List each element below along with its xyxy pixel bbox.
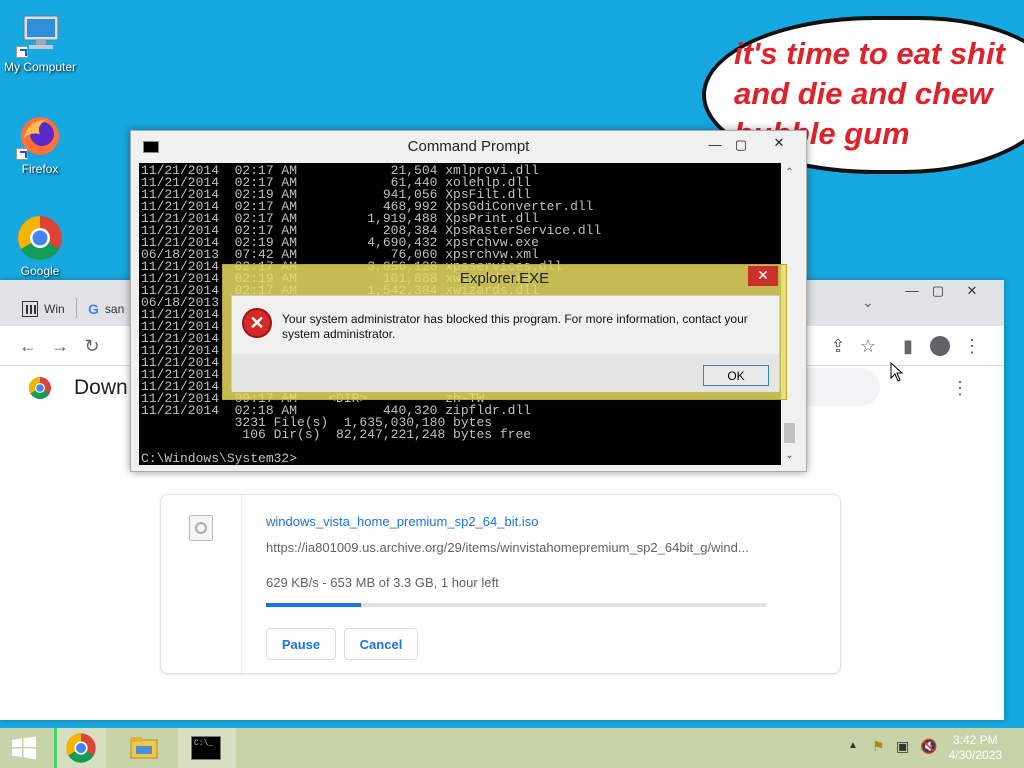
download-progress-fill: [266, 603, 361, 607]
cmd-icon: C:\_: [191, 736, 221, 760]
pause-button[interactable]: Pause: [266, 628, 336, 660]
scroll-down-icon[interactable]: ⌄: [781, 450, 798, 461]
clock-date: 4/30/2023: [948, 748, 1002, 762]
start-button[interactable]: [0, 728, 48, 768]
taskbar: C:\_ ▲ ⚑ ▣ 🔇 3:42 PM 4/30/2023: [0, 728, 1024, 768]
dialog-message: Your system administrator has blocked th…: [282, 312, 748, 341]
download-filename-link[interactable]: windows_vista_home_premium_sp2_64_bit.is…: [266, 514, 538, 529]
network-icon[interactable]: ▣: [896, 738, 909, 755]
forward-arrow-icon[interactable]: →: [48, 334, 72, 358]
taskbar-chrome-button[interactable]: [54, 728, 106, 768]
computer-icon: [16, 10, 64, 58]
action-center-flag-icon[interactable]: ⚑: [872, 738, 885, 755]
page-chrome-logo-icon: [28, 376, 52, 405]
maximize-icon[interactable]: ▢: [729, 129, 753, 161]
cmd-line: C:\Windows\System32>: [141, 451, 298, 465]
clock-time: 3:42 PM: [952, 733, 998, 747]
chrome-icon: [16, 214, 64, 262]
dialog-title: Explorer.EXE: [459, 270, 550, 287]
reload-icon[interactable]: ↻: [80, 334, 104, 358]
scroll-up-icon[interactable]: ⌃: [781, 167, 798, 178]
tab-archive[interactable]: Win: [22, 292, 65, 326]
desktop-icon-label: Firefox: [21, 162, 59, 176]
share-icon[interactable]: ⇪: [826, 334, 850, 358]
mouse-cursor-icon: [890, 361, 904, 387]
show-hidden-icons-icon[interactable]: ▲: [848, 740, 858, 751]
downloads-menu-icon[interactable]: ⋮: [948, 376, 972, 400]
firefox-icon: [16, 112, 64, 160]
error-icon: ✕: [242, 308, 272, 338]
desktop-icon-firefox[interactable]: Firefox: [0, 112, 80, 176]
download-progress-bar: [266, 603, 766, 607]
back-arrow-icon[interactable]: ←: [16, 334, 40, 358]
cancel-button[interactable]: Cancel: [344, 628, 418, 660]
page-title: Down: [74, 376, 128, 399]
download-item: windows_vista_home_premium_sp2_64_bit.is…: [160, 494, 841, 675]
cmd-titlebar[interactable]: Command Prompt — ▢ ✕: [131, 131, 806, 163]
cmd-line: 106 Dir(s) 82,247,221,248 bytes free: [141, 427, 532, 442]
side-panel-icon[interactable]: ▮: [896, 334, 920, 358]
shortcut-arrow-icon: [16, 148, 28, 160]
scroll-thumb[interactable]: [784, 423, 795, 443]
blocked-program-dialog[interactable]: Explorer.EXE ✕ ✕ Your system administrat…: [222, 264, 787, 400]
tab-google[interactable]: G san: [88, 292, 124, 326]
shortcut-arrow-icon: [16, 46, 28, 58]
profile-avatar-icon[interactable]: [930, 336, 950, 356]
cmd-title: Command Prompt: [407, 138, 530, 155]
cmd-app-icon: [143, 141, 159, 153]
tab-label: Win: [44, 302, 65, 316]
kebab-menu-icon[interactable]: ⋮: [960, 334, 984, 358]
taskbar-cmd-button[interactable]: C:\_: [178, 728, 236, 768]
taskbar-file-explorer-button[interactable]: [118, 728, 170, 768]
card-divider: [241, 495, 242, 675]
tab-divider: [76, 298, 77, 318]
desktop-icon-my-computer[interactable]: My Computer: [0, 10, 80, 74]
archive-icon: [22, 301, 38, 317]
bookmark-star-icon[interactable]: ☆: [856, 334, 880, 358]
close-button[interactable]: ✕: [759, 133, 799, 153]
ok-button[interactable]: OK: [703, 365, 769, 386]
windows-logo-icon: [12, 736, 36, 760]
download-url[interactable]: https://ia801009.us.archive.org/29/items…: [266, 540, 749, 555]
desktop-icon-google[interactable]: Google: [0, 214, 80, 278]
tab-search-chevron-icon[interactable]: ⌄: [862, 294, 874, 311]
taskbar-clock[interactable]: 3:42 PM 4/30/2023: [949, 733, 1002, 763]
tab-label: san: [104, 302, 125, 316]
minimize-icon[interactable]: —: [703, 129, 727, 161]
volume-muted-icon[interactable]: 🔇: [920, 738, 937, 755]
folder-icon: [130, 737, 158, 759]
dialog-close-icon[interactable]: ✕: [748, 266, 778, 286]
close-icon[interactable]: ✕: [952, 280, 992, 304]
chrome-icon: [66, 733, 96, 763]
dialog-footer: OK: [232, 354, 779, 392]
dialog-body: ✕ Your system administrator has blocked …: [231, 295, 780, 392]
file-icon: [189, 515, 213, 541]
desktop-icon-label: Google: [20, 264, 60, 278]
system-tray: ▲ ⚑ ▣ 🔇 3:42 PM 4/30/2023: [844, 728, 1024, 768]
google-icon: G: [88, 301, 99, 317]
download-status: 629 KB/s - 653 MB of 3.3 GB, 1 hour left: [266, 575, 499, 590]
desktop-icon-label: My Computer: [3, 60, 77, 74]
